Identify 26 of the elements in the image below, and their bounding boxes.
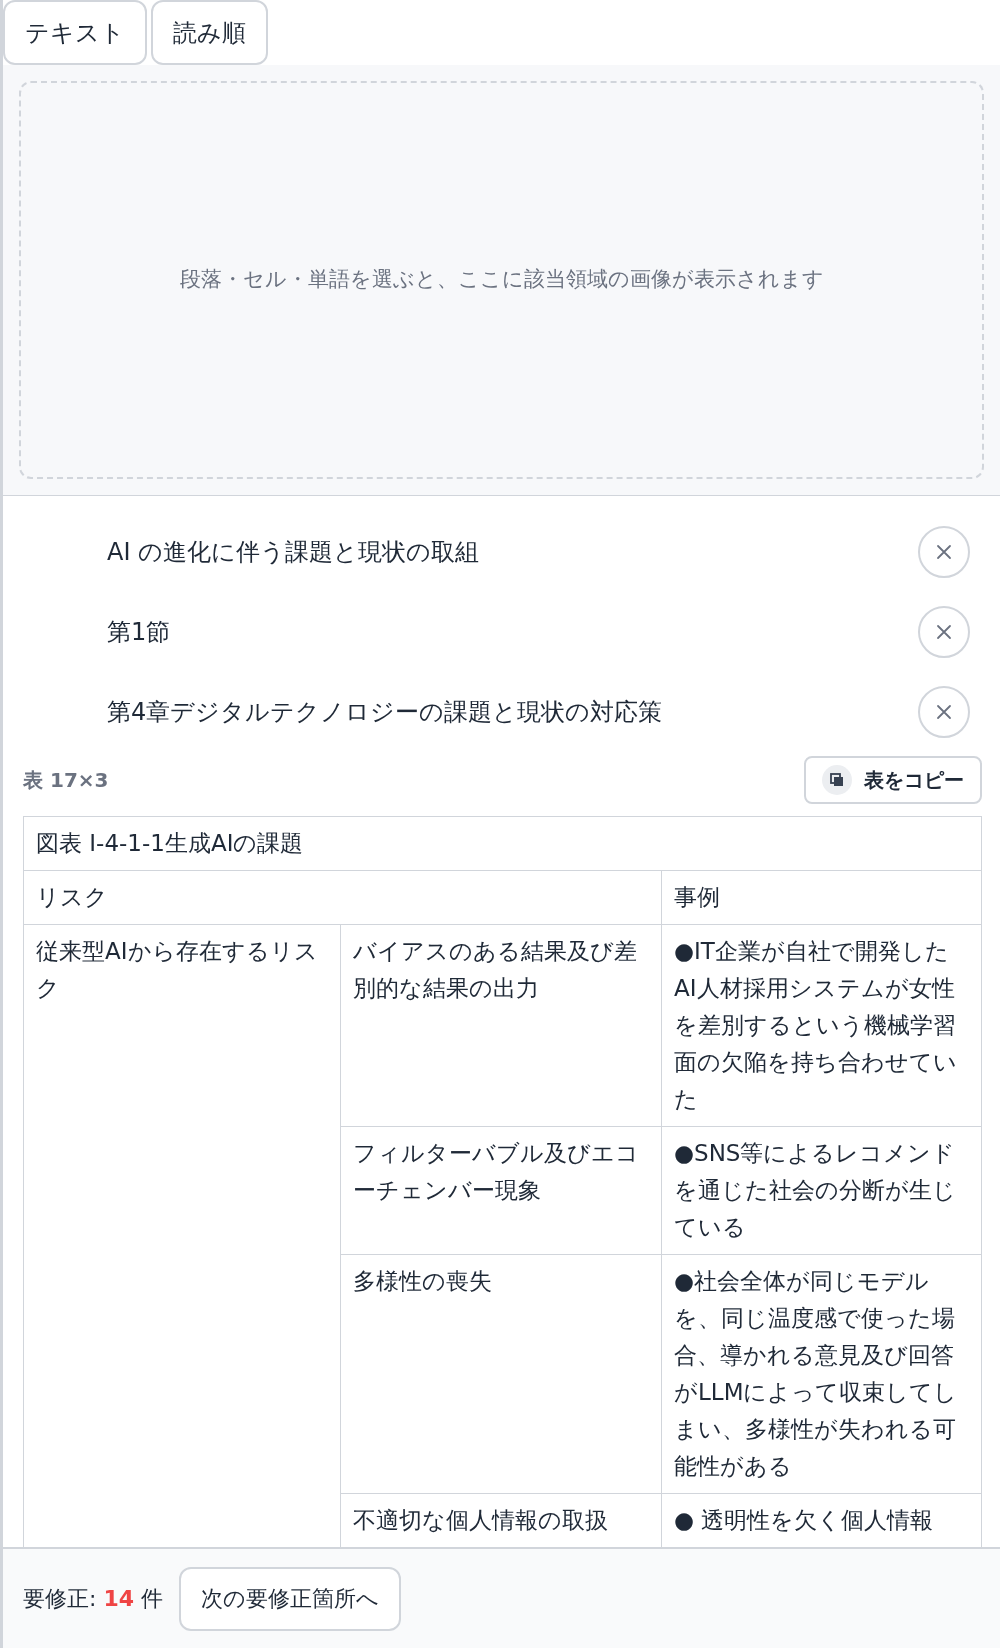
heading-text: 第4章デジタルテクノロジーの課題と現状の対応策 (107, 697, 663, 728)
table-cell: 事例 (661, 870, 982, 925)
copy-table-button[interactable]: 表をコピー (804, 756, 982, 804)
close-icon (934, 622, 954, 642)
table-cell: ●社会全体が同じモデルを、同じ温度感で使った場合、導かれる意見及び回答がLLMによって収束してしまい、多様性が失われる可能性がある (661, 1254, 982, 1494)
close-icon (934, 542, 954, 562)
copy-icon (822, 765, 852, 795)
table-cell: ●IT企業が自社で開発したAI人材採用システムが女性を差別するという機械学習面の欠陥を持ち合わせていた (661, 924, 982, 1127)
close-icon (934, 702, 954, 722)
table-size-label: 表 17×3 (23, 767, 109, 794)
tab[interactable]: 読み順 (151, 0, 268, 65)
table-cell: 図表 I-4-1-1生成AIの課題 (23, 816, 982, 871)
tab[interactable]: テキスト (3, 0, 147, 65)
table-cell: ●SNS等によるレコメンドを通じた社会の分断が生じている (661, 1126, 982, 1255)
heading-text: 第1節 (107, 617, 171, 648)
next-fix-button[interactable]: 次の要修正箇所へ (179, 1566, 402, 1631)
fix-count-text: 要修正: 14 件 (23, 1585, 164, 1613)
heading-text: AI の進化に伴う課題と現状の取組 (107, 537, 480, 568)
remove-button[interactable] (918, 686, 970, 738)
table-cell: 多様性の喪失 (340, 1254, 662, 1494)
table-cell: バイアスのある結果及び差別的な結果の出力 (340, 924, 662, 1127)
table-cell: リスク (23, 870, 662, 925)
remove-button[interactable] (918, 606, 970, 658)
empty-state-message: 段落・セル・単語を選ぶと、ここに該当領域の画像が表示されます (179, 266, 824, 294)
table-cell: フィルターバブル及びエコーチェンバー現象 (340, 1126, 662, 1255)
remove-button[interactable] (918, 526, 970, 578)
